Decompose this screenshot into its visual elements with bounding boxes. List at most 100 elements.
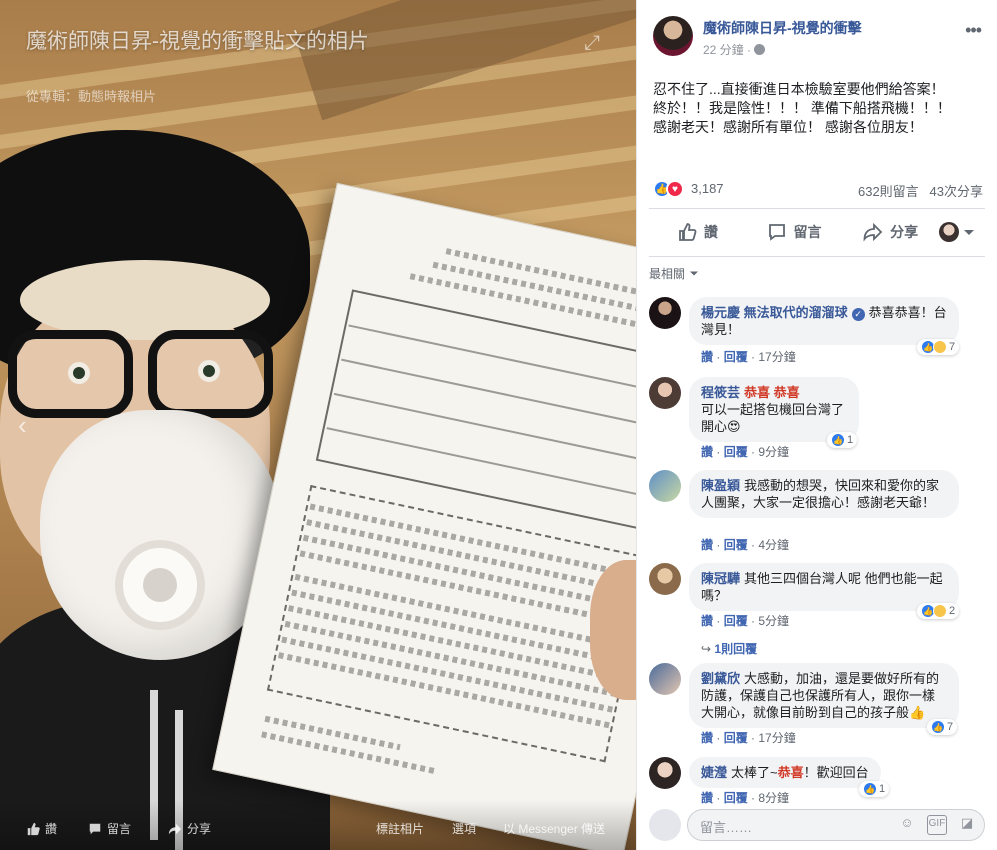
comment-reactions[interactable]: 👍 1 [859,781,890,797]
comment-like-link[interactable]: 讚 [701,445,713,459]
comment-reactions[interactable]: 👍 7 [917,339,960,355]
commenter-name[interactable]: 陳冠驊 [701,571,740,586]
like-label: 讚 [703,224,718,240]
commenter-avatar[interactable] [649,470,681,502]
comment-tag[interactable]: 恭喜 恭喜 [744,385,800,400]
doc-text [264,715,401,751]
comment-reply-link[interactable]: 回覆 [724,538,748,552]
comment-reply-link[interactable]: 回覆 [724,614,748,628]
post-actions: 讚 留言 分享 [649,215,985,249]
page-name-link[interactable]: 魔術師陳日昇-視覺的衝擊 [703,18,862,38]
photo-like-label: 讚 [45,822,58,836]
comment-bubble: 陳盈穎 我感動的想哭，快回來和愛你的家人團聚，大家一定很擔心！感謝老天爺！ [689,470,959,518]
reply-arrow-icon: ↪ [701,642,712,656]
comment-bubble: 劉黛欣 大感動，加油，還是要做好所有的防護，保護自己也保護所有人，跟你一樣大開心，… [689,663,959,728]
composer-tools: ☺ GIF ◪ [897,815,977,835]
comment-icon [89,823,101,834]
comment-like-link[interactable]: 讚 [701,731,713,745]
view-replies-link[interactable]: ↪ 1則回覆 [701,640,757,657]
tag-photo-button[interactable]: 標註相片 [376,820,424,837]
expand-icon[interactable]: ⤢ [584,32,606,54]
comment-icon [768,224,785,241]
like-button[interactable]: 讚 [649,222,746,242]
commenter-avatar[interactable] [649,757,681,789]
comment-reactions[interactable]: 👍 7 [927,719,958,735]
photo-viewer[interactable]: 魔術師陳日昇-視覺的衝擊貼文的相片 從專輯：動態時報相片 ⤢ ‹ 讚 留言 分享… [0,0,636,850]
photo-share-label: 分享 [187,822,212,836]
comment-sort-dropdown[interactable]: 最相關 [649,265,699,282]
comment-reply-link[interactable]: 回覆 [724,731,748,745]
wow-reaction-icon [933,604,947,618]
comment-text: ！歡迎回台 [803,765,869,780]
previous-photo-icon[interactable]: ‹ [18,410,48,440]
like-reaction-icon: 👍 [931,720,945,734]
emoji-icon[interactable]: ☺ [897,815,917,835]
viewer-avatar [649,809,681,841]
reaction-count[interactable]: 3,187 [691,181,724,196]
commenter-name[interactable]: 程筱芸 [701,385,740,400]
comment-time[interactable]: 17分鐘 [758,731,795,745]
commenter-avatar[interactable] [649,377,681,409]
post-timestamp[interactable]: 22 分鐘 · [703,41,766,58]
comment-time[interactable]: 9分鐘 [758,445,789,459]
comment-meta: 讚 · 回覆 · 17分鐘 [701,350,796,364]
commenter-name[interactable]: 婕瀅 [701,765,727,780]
comment-reaction-count: 1 [879,783,886,795]
commenter-name[interactable]: 劉黛欣 [701,671,740,686]
sticker-icon[interactable]: ◪ [957,815,977,835]
photo-comment-label: 留言 [107,822,132,836]
photo-title: 魔術師陳日昇-視覺的衝擊貼文的相片 [26,30,369,53]
comment-reply-link[interactable]: 回覆 [724,445,748,459]
reaction-icons[interactable]: 👍 ♥ [653,180,684,198]
comment-bubble: 陳冠驊 其他三四個台灣人呢 他們也能一起嗎？ [689,563,959,611]
comment-bubble: 楊元慶 無法取代的溜溜球 ✓ 恭喜恭喜！台灣見！ [689,297,959,345]
more-icon[interactable]: ••• [965,20,982,41]
commenter-avatar[interactable] [649,297,681,329]
commenter-name[interactable]: 楊元慶 無法取代的溜溜球 [701,305,848,320]
post-text: 忍不住了...直接衝進日本檢驗室要他們給答案！ 終於！！我是陰性！！！ 準備下船… [653,81,951,135]
comment-item: 劉黛欣 大感動，加油，還是要做好所有的防護，保護自己也保護所有人，跟你一樣大開心，… [649,663,985,748]
like-reaction-icon: 👍 [831,433,845,447]
comment-time[interactable]: 8分鐘 [758,791,789,805]
photo-options-button[interactable]: 選項 [452,820,476,837]
comment-meta: 讚 · 回覆 · 5分鐘 [701,614,790,628]
photo-like-button[interactable]: 讚 [26,820,57,837]
post-time-text: 22 分鐘 [703,43,744,57]
comment-reaction-count: 2 [949,605,956,617]
eye-left [68,362,90,384]
comment-like-link[interactable]: 讚 [701,614,713,628]
comment-meta: 讚 · 回覆 · 9分鐘 [701,445,790,459]
commenter-name[interactable]: 陳盈穎 [701,478,740,493]
share-button[interactable]: 分享 [842,222,939,242]
comment-bubble: 婕瀅 太棒了~恭喜！歡迎回台 [689,757,881,788]
photo-share-button[interactable]: 分享 [168,820,211,837]
like-reaction-icon: 👍 [863,782,877,796]
comment-reply-link[interactable]: 回覆 [724,791,748,805]
comment-reactions[interactable]: 👍 1 [827,432,858,448]
photo-comment-button[interactable]: 留言 [88,820,131,837]
gif-icon[interactable]: GIF [927,815,947,835]
mask-valve [115,540,205,630]
comment-time[interactable]: 5分鐘 [758,614,789,628]
comment-reply-link[interactable]: 回覆 [724,350,748,364]
sort-label: 最相關 [649,267,686,281]
comment-tag[interactable]: 恭喜 [778,765,804,780]
comment-time[interactable]: 17分鐘 [758,350,795,364]
comment-like-link[interactable]: 讚 [701,538,713,552]
comment-item: 楊元慶 無法取代的溜溜球 ✓ 恭喜恭喜！台灣見！ 👍 7 讚 · 回覆 · 17分鐘 [649,297,985,367]
comment-reaction-count: 1 [847,434,854,446]
photo-album-link[interactable]: 從專輯：動態時報相片 [26,86,156,105]
send-messenger-button[interactable]: 以 Messenger 傳送 [503,820,605,837]
page-avatar[interactable] [653,16,693,56]
comment-button[interactable]: 留言 [746,222,843,242]
comment-reactions[interactable]: 👍 2 [917,603,960,619]
comment-time[interactable]: 4分鐘 [758,538,789,552]
commenter-avatar[interactable] [649,563,681,595]
stats-right: 632則留言 43次分享 [858,181,983,200]
commenter-avatar[interactable] [649,663,681,695]
comment-count[interactable]: 632則留言 [858,184,919,199]
comment-like-link[interactable]: 讚 [701,350,713,364]
share-count[interactable]: 43次分享 [930,184,983,199]
comment-like-link[interactable]: 讚 [701,791,713,805]
react-as-selector[interactable] [939,222,985,242]
